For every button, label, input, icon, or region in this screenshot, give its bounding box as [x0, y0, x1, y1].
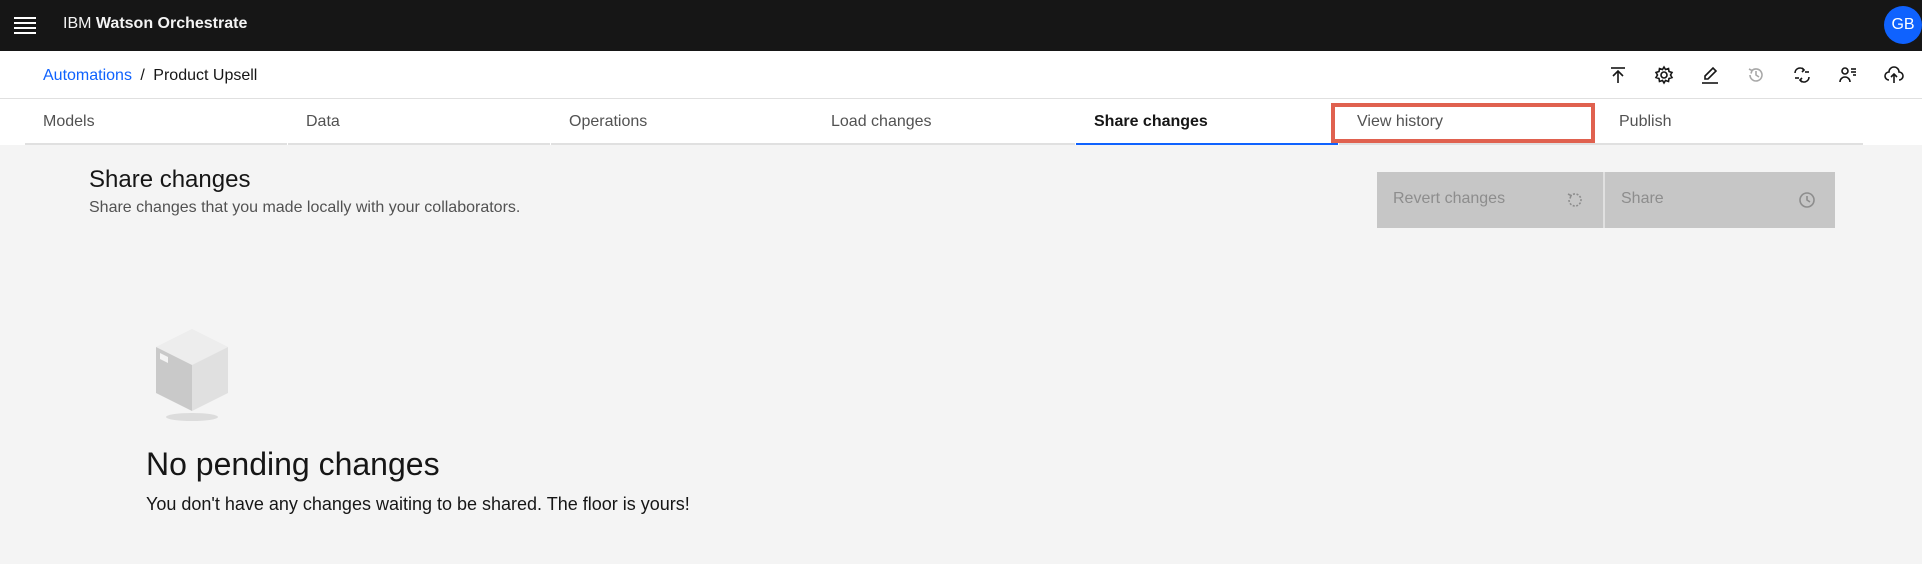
empty-state-title: No pending changes: [146, 446, 440, 482]
brand-prefix: IBM: [63, 15, 92, 32]
tab-data[interactable]: Data: [288, 99, 550, 145]
settings-icon[interactable]: [1652, 63, 1676, 87]
breadcrumb: Automations / Product Upsell: [43, 67, 257, 85]
top-header: IBM Watson Orchestrate GB: [0, 0, 1922, 51]
brand-name: Watson Orchestrate: [95, 15, 248, 32]
translate-icon[interactable]: [1790, 63, 1814, 87]
upload-cloud-icon[interactable]: [1882, 63, 1906, 87]
hamburger-menu-icon[interactable]: [14, 14, 36, 36]
breadcrumb-automations-link[interactable]: Automations: [43, 67, 132, 84]
tab-publish[interactable]: Publish: [1601, 99, 1863, 145]
revert-changes-button[interactable]: Revert changes: [1377, 172, 1605, 228]
page-title: Share changes: [89, 166, 251, 193]
empty-box-icon: [156, 329, 228, 421]
breadcrumb-current: Product Upsell: [153, 67, 258, 84]
breadcrumb-separator: /: [140, 67, 145, 84]
tab-share-changes[interactable]: Share changes: [1076, 99, 1338, 145]
revert-changes-label: Revert changes: [1393, 190, 1506, 207]
history-icon[interactable]: [1744, 63, 1768, 87]
tab-models[interactable]: Models: [25, 99, 287, 145]
user-avatar[interactable]: GB: [1884, 6, 1922, 44]
clock-icon: [1799, 192, 1815, 208]
tab-load-changes[interactable]: Load changes: [813, 99, 1075, 145]
edit-icon[interactable]: [1698, 63, 1722, 87]
share-label: Share: [1621, 190, 1664, 207]
breadcrumb-bar: Automations / Product Upsell: [0, 51, 1922, 99]
product-brand[interactable]: IBM Watson Orchestrate: [63, 15, 247, 33]
user-list-icon[interactable]: [1836, 63, 1860, 87]
automation-toolbar: [1606, 63, 1906, 87]
export-icon[interactable]: [1606, 63, 1630, 87]
share-button[interactable]: Share: [1605, 172, 1835, 228]
tab-operations[interactable]: Operations: [551, 99, 813, 145]
tab-view-history[interactable]: View history: [1339, 99, 1601, 145]
reset-icon: [1567, 193, 1582, 207]
empty-state-text: You don't have any changes waiting to be…: [146, 494, 690, 514]
tab-bar: Models Data Operations Load changes Shar…: [0, 99, 1922, 145]
page-subtitle: Share changes that you made locally with…: [89, 199, 521, 216]
